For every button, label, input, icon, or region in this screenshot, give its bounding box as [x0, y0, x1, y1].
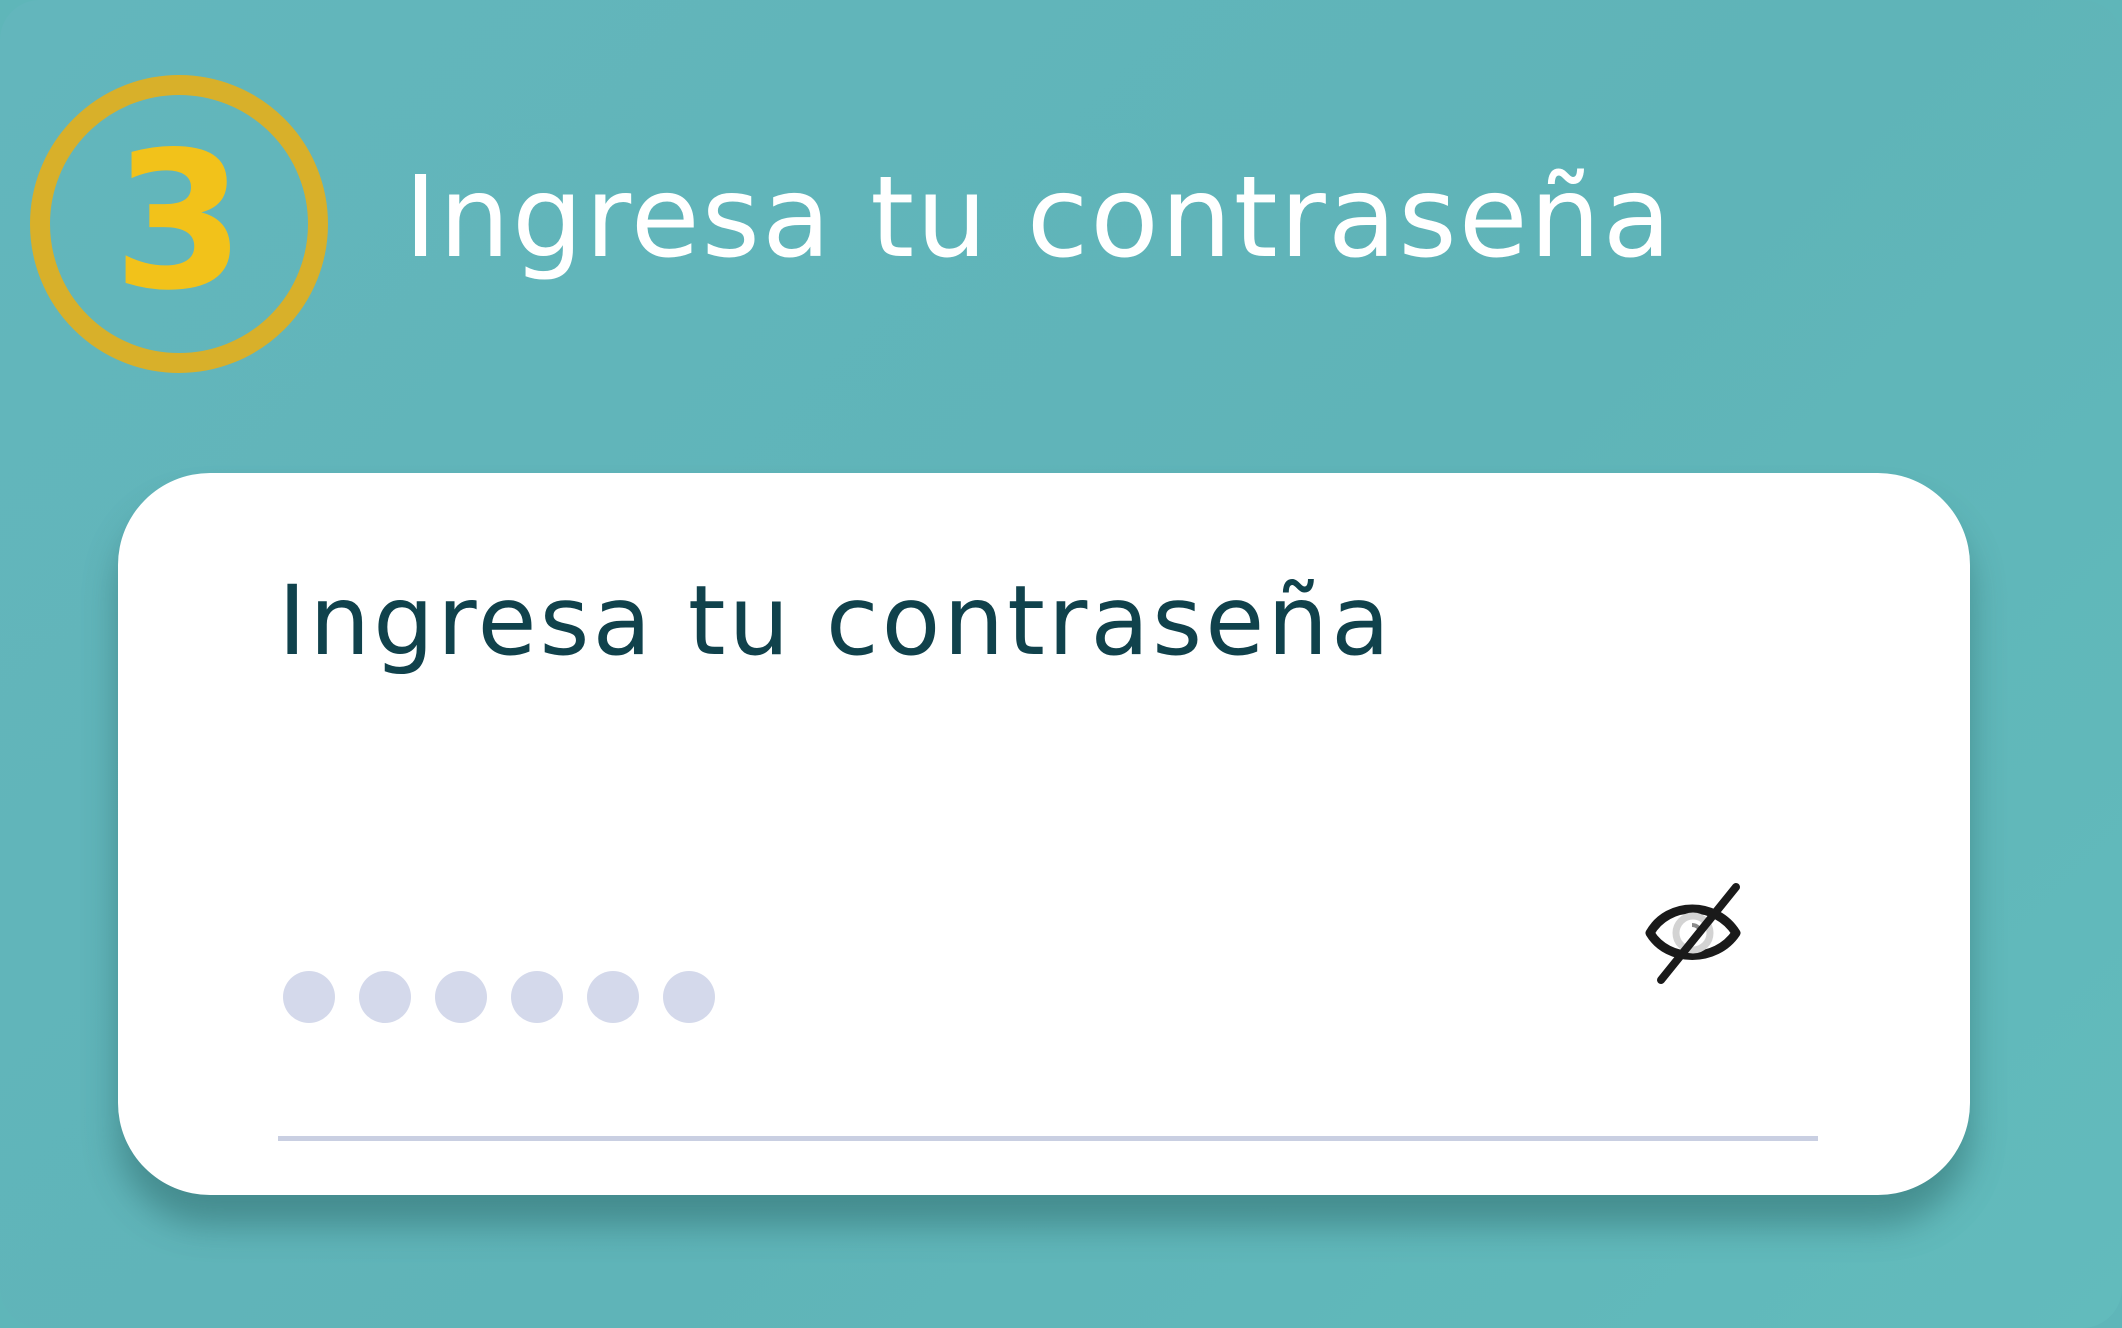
input-underline — [278, 1136, 1818, 1141]
mask-dot — [283, 971, 335, 1023]
eye-off-icon[interactable] — [1618, 853, 1768, 1003]
password-field-label: Ingresa tu contraseña — [278, 565, 1393, 677]
step-number: 3 — [112, 111, 246, 332]
mask-dot — [587, 971, 639, 1023]
mask-dot — [359, 971, 411, 1023]
mask-dot — [511, 971, 563, 1023]
mask-dot — [663, 971, 715, 1023]
mask-dot — [435, 971, 487, 1023]
password-mask — [283, 971, 715, 1023]
step-badge: 3 — [30, 75, 328, 373]
password-card: Ingresa tu contraseña — [118, 473, 1970, 1195]
step-title: Ingresa tu contraseña — [404, 153, 1674, 283]
page-background: 3 Ingresa tu contraseña Ingresa tu contr… — [0, 0, 2122, 1328]
